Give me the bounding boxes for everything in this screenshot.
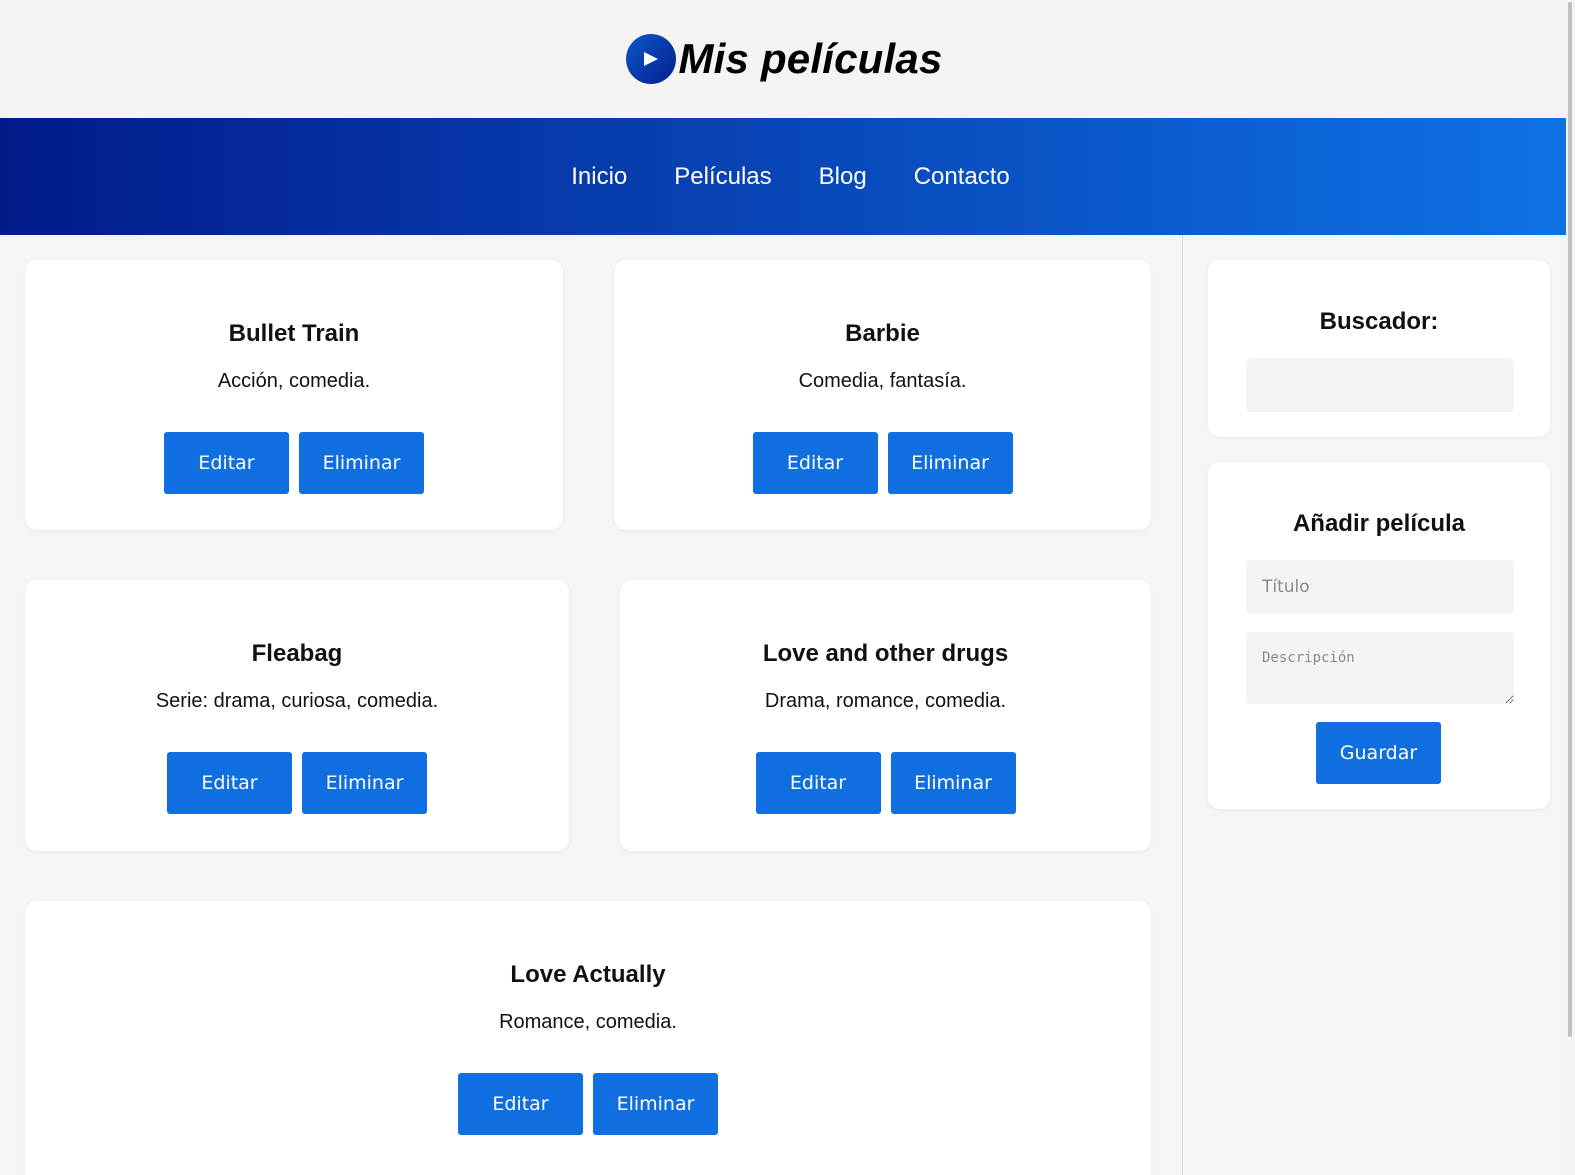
brand[interactable]: Mis películas [626, 34, 942, 84]
movie-title: Love and other drugs [762, 640, 1009, 667]
description-field[interactable] [1246, 632, 1514, 704]
search-widget: Buscador: [1208, 260, 1550, 437]
movie-description: Romance, comedia. [499, 1011, 677, 1033]
movie-actions: Editar Eliminar [620, 752, 1151, 814]
main-nav: Inicio Películas Blog Contacto [0, 118, 1575, 235]
movie-actions: Editar Eliminar [25, 752, 569, 814]
edit-button[interactable]: Editar [164, 432, 289, 494]
movie-card: Barbie Comedia, fantasía. Editar Elimina… [614, 260, 1151, 530]
edit-button[interactable]: Editar [752, 432, 878, 494]
movie-description: Drama, romance, comedia. [764, 690, 1007, 712]
nav-item-inicio[interactable]: Inicio [571, 163, 627, 190]
movie-actions: Editar Eliminar [614, 432, 1151, 494]
delete-button[interactable]: Eliminar [887, 432, 1013, 494]
title-field[interactable] [1246, 560, 1514, 614]
edit-button[interactable]: Editar [458, 1073, 583, 1135]
save-button[interactable]: Guardar [1316, 722, 1441, 784]
edit-button[interactable]: Editar [755, 752, 881, 814]
movie-actions: Editar Eliminar [25, 1073, 1151, 1135]
movie-description: Acción, comedia. [217, 370, 371, 392]
scrollbar-thumb[interactable] [1568, 2, 1572, 1037]
movie-card: Love and other drugs Drama, romance, com… [620, 580, 1151, 851]
add-movie-widget: Añadir película Guardar [1208, 462, 1550, 809]
movie-title: Love Actually [510, 961, 666, 988]
search-input[interactable] [1246, 358, 1514, 412]
play-icon [626, 34, 677, 84]
delete-button[interactable]: Eliminar [299, 432, 424, 494]
nav-item-contacto[interactable]: Contacto [914, 163, 1010, 190]
search-title: Buscador: [1319, 308, 1439, 335]
page-title: Mis películas [678, 35, 943, 82]
nav-list: Inicio Películas Blog Contacto [571, 163, 1010, 191]
edit-button[interactable]: Editar [167, 752, 292, 814]
nav-item-blog[interactable]: Blog [819, 163, 867, 190]
movie-title: Bullet Train [228, 320, 360, 347]
movie-title: Fleabag [251, 640, 343, 667]
delete-button[interactable]: Eliminar [302, 752, 427, 814]
movie-title: Barbie [845, 320, 920, 347]
movie-card: Love Actually Romance, comedia. Editar E… [25, 901, 1151, 1175]
movie-actions: Editar Eliminar [25, 432, 563, 494]
delete-button[interactable]: Eliminar [890, 752, 1016, 814]
delete-button[interactable]: Eliminar [593, 1073, 718, 1135]
add-movie-title: Añadir película [1292, 510, 1466, 537]
movie-card: Fleabag Serie: drama, curiosa, comedia. … [25, 580, 569, 851]
site-header: Mis películas [0, 0, 1575, 118]
nav-item-peliculas[interactable]: Películas [674, 163, 771, 190]
movie-description: Serie: drama, curiosa, comedia. [155, 690, 439, 712]
movie-card: Bullet Train Acción, comedia. Editar Eli… [25, 260, 563, 530]
movie-description: Comedia, fantasía. [798, 370, 967, 392]
